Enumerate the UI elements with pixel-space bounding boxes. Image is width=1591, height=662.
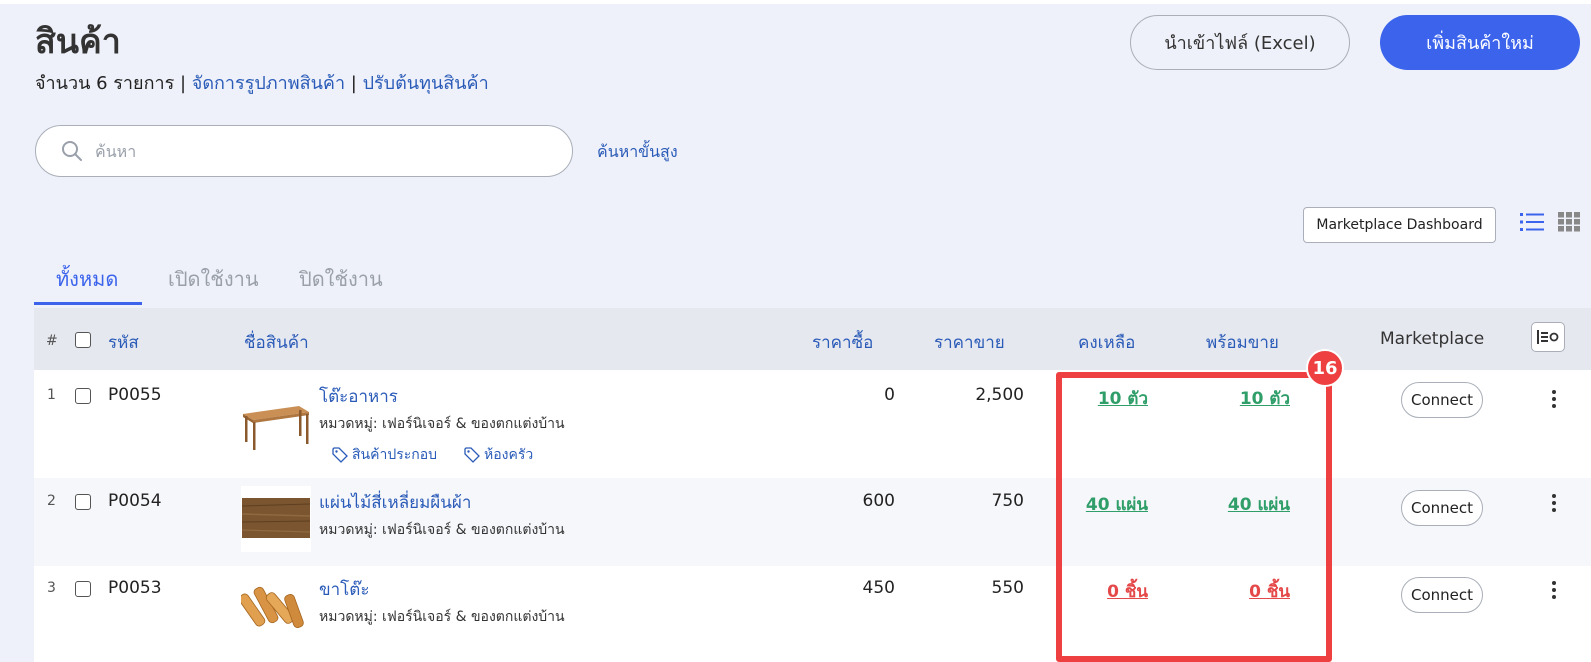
- buy-price: 0: [884, 385, 895, 405]
- row-number: 1: [47, 387, 56, 403]
- import-excel-button[interactable]: นำเข้าไฟล์ (Excel): [1130, 15, 1350, 70]
- stock-columns-highlight: [1056, 372, 1332, 662]
- column-settings-button[interactable]: [1531, 322, 1565, 352]
- separator: |: [174, 73, 192, 94]
- buy-price: 600: [862, 491, 895, 511]
- product-tag[interactable]: สินค้าประกอบ: [332, 444, 437, 466]
- connect-button[interactable]: Connect: [1401, 490, 1483, 526]
- product-tag[interactable]: ห้องครัว: [464, 444, 533, 466]
- row-number: 3: [47, 580, 56, 596]
- status-tabs: ทั้งหมด เปิดใช้งาน ปิดใช้งาน: [34, 255, 534, 307]
- tag-icon: [332, 447, 348, 463]
- table-header: # รหัส ชื่อสินค้า ราคาซื้อ ราคาขาย คงเหล…: [34, 308, 1591, 370]
- search-box[interactable]: [35, 125, 573, 177]
- row-checkbox[interactable]: [75, 388, 91, 404]
- table-row: 3 P0053 ขาโต๊ะ หมวดหมู่: เฟอร์นิเจอร์ & …: [34, 566, 1591, 662]
- tag-icon: [464, 447, 480, 463]
- tab-all[interactable]: ทั้งหมด: [56, 263, 118, 295]
- connect-button[interactable]: Connect: [1401, 577, 1483, 613]
- sell-price: 2,500: [975, 385, 1024, 405]
- product-code: P0053: [108, 578, 162, 598]
- more-options-icon[interactable]: [1546, 493, 1562, 513]
- header-remaining[interactable]: คงเหลือ: [1078, 329, 1135, 356]
- adjust-cost-link[interactable]: ปรับต้นทุนสินค้า: [363, 73, 489, 94]
- row-checkbox[interactable]: [75, 581, 91, 597]
- page-title: สินค้า: [35, 22, 121, 62]
- grid-view-icon[interactable]: [1558, 212, 1580, 232]
- annotation-badge: 16: [1306, 349, 1344, 387]
- product-count: จำนวน 6 รายการ: [35, 73, 175, 94]
- row-number: 2: [47, 493, 56, 509]
- buy-price: 450: [862, 578, 895, 598]
- active-tab-indicator: [34, 302, 142, 305]
- more-options-icon[interactable]: [1546, 580, 1562, 600]
- product-name[interactable]: แผ่นไม้สี่เหลี่ยมผืนผ้า: [319, 489, 471, 516]
- tab-inactive[interactable]: ปิดใช้งาน: [299, 263, 383, 295]
- manage-images-link[interactable]: จัดการรูปภาพสินค้า: [192, 73, 345, 94]
- table-legs-thumbnail: [241, 586, 304, 628]
- search-icon: [62, 141, 82, 161]
- sell-price: 750: [991, 491, 1024, 511]
- product-code: P0055: [108, 385, 162, 405]
- page-subtitle: จำนวน 6 รายการ | จัดการรูปภาพสินค้า | ปร…: [35, 68, 489, 97]
- search-input[interactable]: [93, 140, 537, 162]
- header-num: #: [46, 333, 58, 349]
- table-row: 1 P0055 โต๊ะอาหาร หมวดหมู่: เฟอร์นิเจอร์…: [34, 370, 1591, 478]
- product-category: หมวดหมู่: เฟอร์นิเจอร์ & ของตกแต่งบ้าน: [319, 609, 565, 625]
- product-name[interactable]: ขาโต๊ะ: [319, 576, 369, 603]
- advanced-search-link[interactable]: ค้นหาขั้นสูง: [597, 140, 678, 165]
- tag-label: สินค้าประกอบ: [352, 447, 438, 463]
- connect-button[interactable]: Connect: [1401, 382, 1483, 418]
- table-row: 2 P0054 แผ่นไม้สี่เหลี่ยมผืนผ้า หมวดหมู่…: [34, 478, 1591, 566]
- dining-table-thumbnail: [243, 406, 309, 450]
- tag-label: ห้องครัว: [484, 447, 534, 463]
- product-category: หมวดหมู่: เฟอร์นิเจอร์ & ของตกแต่งบ้าน: [319, 416, 565, 432]
- header-name[interactable]: ชื่อสินค้า: [244, 329, 309, 356]
- separator: |: [345, 73, 363, 94]
- row-checkbox[interactable]: [75, 494, 91, 510]
- sell-price: 550: [991, 578, 1024, 598]
- tab-active[interactable]: เปิดใช้งาน: [168, 263, 259, 295]
- product-table: # รหัส ชื่อสินค้า ราคาซื้อ ราคาขาย คงเหล…: [34, 308, 1591, 662]
- top-strip: [0, 0, 1591, 4]
- product-name[interactable]: โต๊ะอาหาร: [319, 383, 398, 410]
- header-marketplace: Marketplace: [1380, 329, 1485, 349]
- marketplace-dashboard-button[interactable]: Marketplace Dashboard: [1303, 207, 1496, 243]
- header-buy-price[interactable]: ราคาซื้อ: [812, 329, 873, 356]
- header-sell-price[interactable]: ราคาขาย: [934, 329, 1005, 356]
- product-code: P0054: [108, 491, 162, 511]
- wood-board-thumbnail: [241, 486, 311, 552]
- product-category: หมวดหมู่: เฟอร์นิเจอร์ & ของตกแต่งบ้าน: [319, 522, 565, 538]
- header-ready[interactable]: พร้อมขาย: [1206, 329, 1279, 356]
- list-view-icon[interactable]: [1520, 212, 1544, 232]
- more-options-icon[interactable]: [1546, 389, 1562, 409]
- select-all-checkbox[interactable]: [75, 332, 91, 348]
- column-settings-icon: [1537, 330, 1559, 344]
- add-product-button[interactable]: เพิ่มสินค้าใหม่: [1380, 15, 1580, 70]
- header-code[interactable]: รหัส: [108, 329, 139, 356]
